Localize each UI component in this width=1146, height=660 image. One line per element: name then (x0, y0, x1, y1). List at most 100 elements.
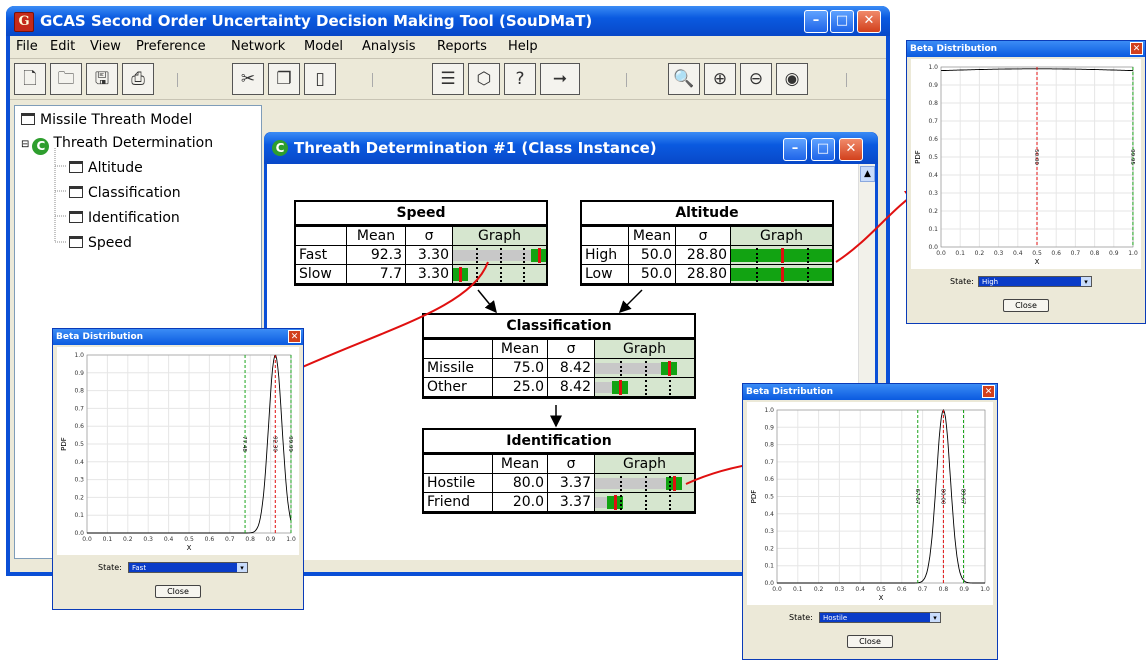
x-tick-label: 1.0 (980, 586, 990, 593)
mean-value: 92.3 (346, 245, 406, 265)
node-row: Fast 92.3 3.30 (296, 245, 546, 265)
chevron-down-icon[interactable]: ▾ (930, 613, 940, 622)
close-button[interactable]: Close (1003, 299, 1049, 312)
minimize-button[interactable]: – (804, 10, 828, 33)
new-file-icon[interactable]: 🗋 (14, 63, 46, 95)
dialog-close-icon[interactable]: ✕ (1130, 42, 1143, 55)
state-select-value: High (982, 278, 999, 286)
y-tick-label: 0.3 (74, 477, 84, 484)
toolbar-separator (626, 73, 627, 87)
mean-value: 75.0 (492, 358, 548, 378)
node-row: Low 50.0 28.80 (582, 264, 832, 284)
close-button[interactable]: Close (847, 635, 893, 648)
paste-icon[interactable]: ▯ (304, 63, 336, 95)
y-tick-label: 0.9 (928, 82, 938, 89)
bar-tick (522, 267, 526, 282)
menu-file[interactable]: File (16, 39, 38, 54)
menu-analysis[interactable]: Analysis (362, 39, 416, 54)
bar-tick (619, 495, 623, 510)
pdf-plot: 0.00.0 0.1 0.1 0.2 0.2 0.3 0.3 0.4 0.4 0.5 0.5 0.6 0… (747, 402, 993, 605)
bar-background (453, 250, 532, 261)
zoom-in-icon[interactable]: ⊕ (704, 63, 736, 95)
beta-dialog-fast: Beta Distribution ✕ 0.0 0.0 0.1 0.1 0.2 0.2 0.3 0… (52, 328, 304, 610)
x-tick-label: 0.8 (939, 586, 949, 593)
tree-item-identification[interactable]: Identification (69, 210, 180, 226)
node-identification[interactable]: Identification Mean σ Graph Hostile 80.0 3.37 F… (422, 428, 696, 514)
state-select[interactable]: High ▾ (978, 276, 1092, 287)
node-classification[interactable]: Classification Mean σ Graph Missile 75.0 8.42 O… (422, 313, 696, 399)
scroll-up-icon[interactable]: ▲ (860, 166, 875, 182)
cut-icon[interactable]: ✂ (232, 63, 264, 95)
tree-item-speed[interactable]: Speed (69, 235, 132, 251)
menu-model[interactable]: Model (304, 39, 343, 54)
inner-minimize-button[interactable]: – (783, 138, 807, 161)
x-tick-label: 0.3 (143, 536, 153, 543)
node-row: Hostile 80.0 3.37 (424, 473, 694, 493)
print-icon[interactable]: ⎙ (122, 63, 154, 95)
toolbar: 🗋 🗀 🖫 ⎙ ✂ ❐ ▯ ☰ ⬡ ? ➞ 🔍 ⊕ ⊖ ◉ (10, 59, 886, 100)
inner-close-button[interactable]: ✕ (839, 138, 863, 161)
node-title: Altitude (582, 202, 832, 226)
zoom-icon[interactable]: 🔍 (668, 63, 700, 95)
menu-help[interactable]: Help (508, 39, 538, 54)
dialog-title-bar[interactable]: Beta Distribution ✕ (907, 41, 1145, 57)
state-label: Missile (424, 358, 493, 378)
arrow-icon[interactable]: ➞ (540, 63, 580, 95)
dialog-close-icon[interactable]: ✕ (982, 385, 995, 398)
zoom-out-icon[interactable]: ⊖ (740, 63, 772, 95)
x-tick-label: 1.0 (1128, 250, 1138, 257)
close-button[interactable]: ✕ (857, 10, 881, 33)
node-row: Slow 7.7 3.30 (296, 264, 546, 284)
save-icon[interactable]: 🖫 (86, 63, 118, 95)
y-axis-label: PDF (914, 150, 922, 164)
node-icon[interactable]: ⬡ (468, 63, 500, 95)
maximize-button[interactable]: □ (830, 10, 854, 33)
menu-view[interactable]: View (90, 39, 121, 54)
x-tick-label: 0.7 (225, 536, 235, 543)
mean-col-header: Mean (492, 454, 548, 474)
upper-bound-label: 89.67 (960, 489, 966, 505)
x-tick-label: 0.5 (1032, 250, 1042, 257)
uncertainty-bar (595, 380, 694, 395)
tree-item-altitude[interactable]: Altitude (69, 160, 143, 176)
title-bar[interactable]: G GCAS Second Order Uncertainty Decision… (6, 6, 890, 36)
node-altitude[interactable]: Altitude Mean σ Graph High 50.0 28.80 Low 50.0 28… (580, 200, 834, 286)
copy-icon[interactable]: ❐ (268, 63, 300, 95)
menu-preference[interactable]: Preference (136, 39, 206, 54)
dialog-title-bar[interactable]: Beta Distribution ✕ (743, 384, 997, 400)
tree-item-label: Speed (88, 235, 132, 251)
mean-label: 50.00 (1033, 149, 1039, 165)
chevron-down-icon[interactable]: ▾ (237, 563, 247, 572)
chevron-down-icon[interactable]: ▾ (1081, 277, 1091, 286)
dialog-close-icon[interactable]: ✕ (288, 330, 301, 343)
node-row: Other 25.0 8.42 (424, 377, 694, 397)
y-tick-label: 0.0 (764, 580, 774, 587)
x-tick-label: 0.1 (955, 250, 965, 257)
lower-bound-label: 77.48 (241, 436, 247, 452)
inner-maximize-button[interactable]: □ (811, 138, 835, 161)
sigma-value: 28.80 (675, 245, 731, 265)
menu-edit[interactable]: Edit (50, 39, 75, 54)
y-tick-label: 0.4 (928, 172, 938, 179)
open-folder-icon[interactable]: 🗀 (50, 63, 82, 95)
bar-tick (522, 248, 526, 263)
state-label: State: (950, 277, 974, 286)
state-select[interactable]: Hostile ▾ (819, 612, 941, 623)
graph-cell (594, 492, 694, 512)
state-select[interactable]: Fast ▾ (128, 562, 248, 573)
zoom-fit-icon[interactable]: ◉ (776, 63, 808, 95)
sigma-value: 3.30 (405, 245, 453, 265)
state-label: High (582, 245, 629, 265)
menu-network[interactable]: Network (231, 39, 285, 54)
close-button[interactable]: Close (155, 585, 201, 598)
tree-item-classification[interactable]: Classification (69, 185, 181, 201)
menu-reports[interactable]: Reports (437, 39, 487, 54)
inner-title-bar[interactable]: C Threath Determination #1 (Class Instan… (264, 132, 878, 164)
question-icon[interactable]: ? (504, 63, 536, 95)
toolbar-separator (846, 73, 847, 87)
graph-cell (730, 245, 832, 265)
dialog-title-bar[interactable]: Beta Distribution ✕ (53, 329, 303, 345)
y-tick-label: 0.2 (928, 208, 938, 215)
properties-icon[interactable]: ☰ (432, 63, 464, 95)
node-speed[interactable]: Speed Mean σ Graph Fast 92.3 3.30 Slow 7.7 3.30 (294, 200, 548, 286)
